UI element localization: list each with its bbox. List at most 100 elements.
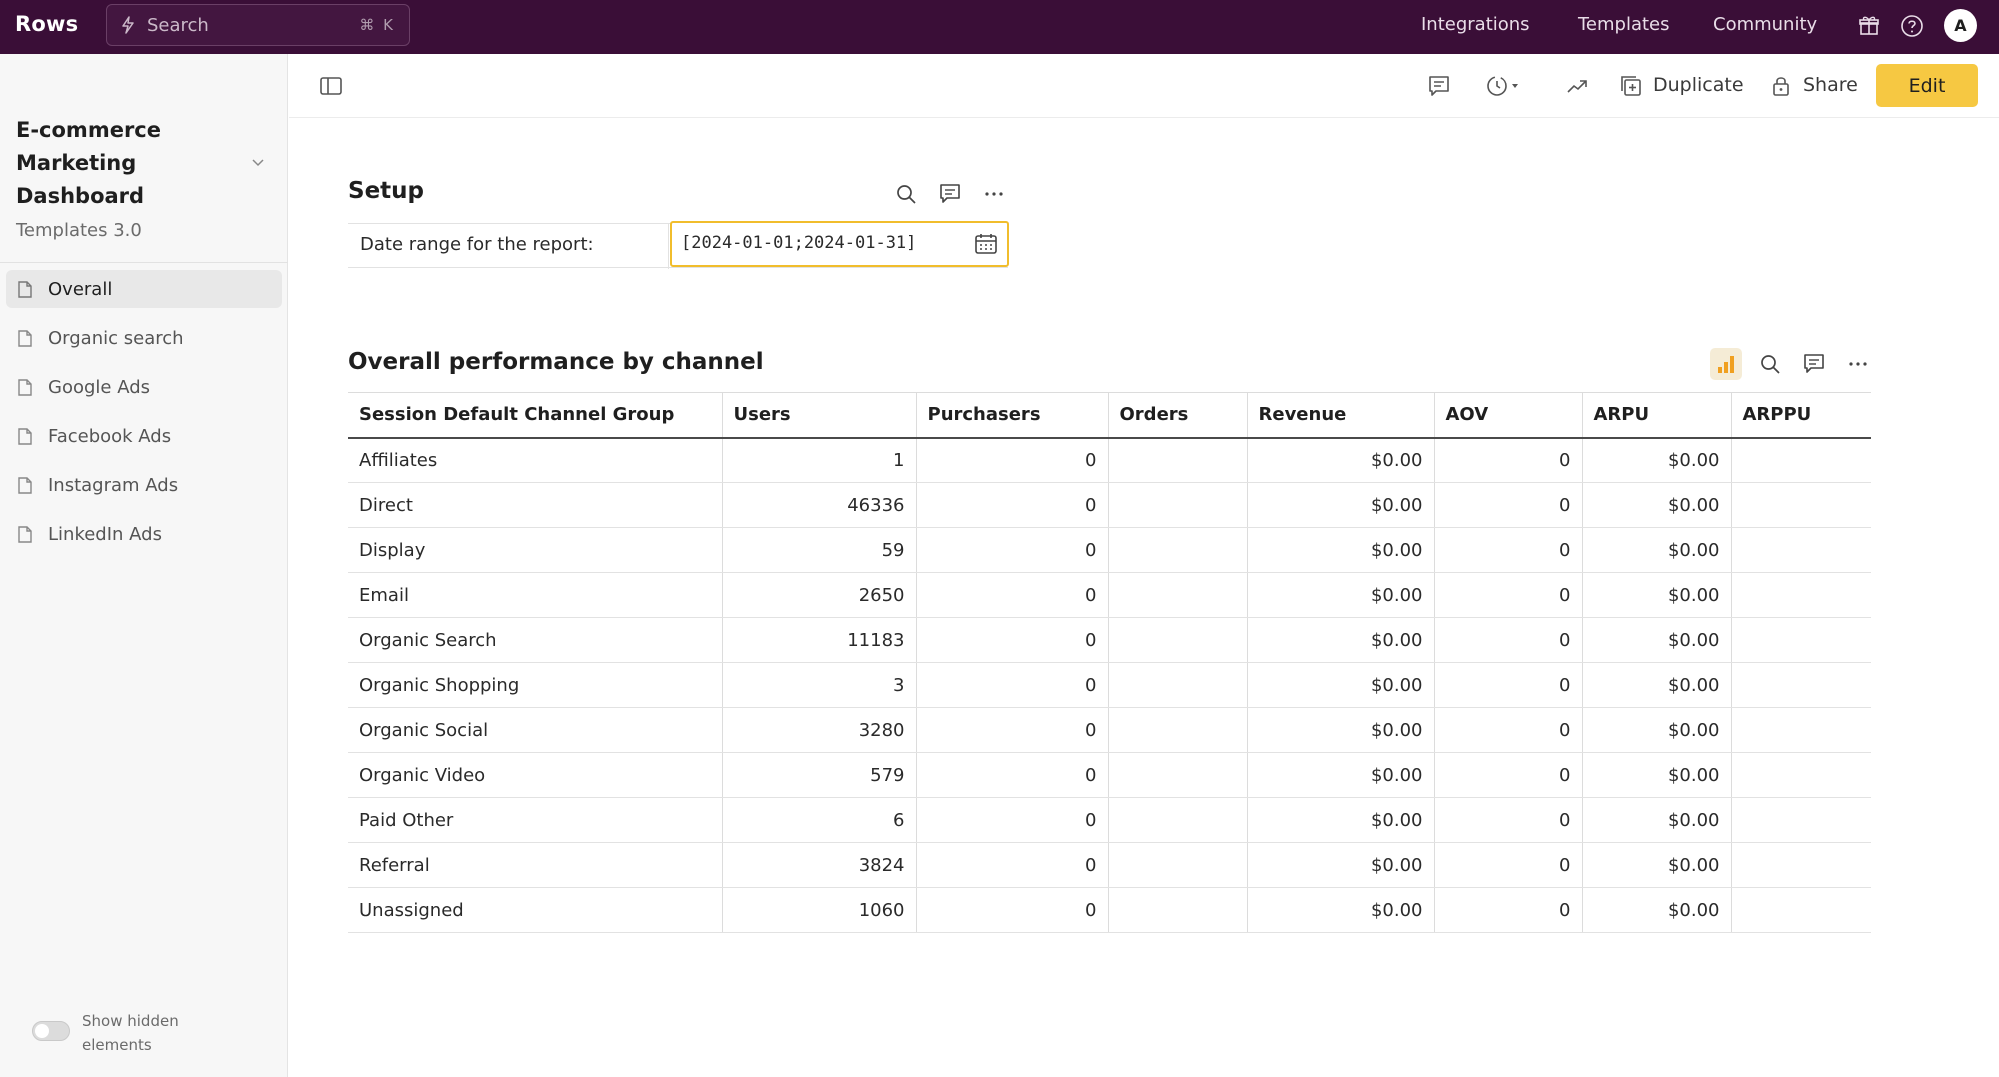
- value-cell[interactable]: 3280: [721, 707, 916, 753]
- table-row[interactable]: Paid Other 6 0 $0.00 0 $0.00: [348, 797, 1871, 843]
- value-cell[interactable]: $0.00: [1246, 482, 1434, 528]
- value-cell[interactable]: 0: [915, 527, 1108, 573]
- channel-cell[interactable]: Organic Video: [348, 752, 722, 798]
- table-row[interactable]: Email 2650 0 $0.00 0 $0.00: [348, 572, 1871, 618]
- nav-community[interactable]: Community: [1713, 14, 1817, 35]
- value-cell[interactable]: $0.00: [1581, 437, 1731, 483]
- channel-cell[interactable]: Referral: [348, 842, 722, 888]
- value-cell[interactable]: $0.00: [1246, 437, 1434, 483]
- column-header[interactable]: Session Default Channel Group: [348, 392, 722, 439]
- value-cell[interactable]: 0: [915, 752, 1108, 798]
- gift-icon[interactable]: [1856, 13, 1882, 39]
- value-cell[interactable]: 0: [915, 482, 1108, 528]
- value-cell[interactable]: [1730, 887, 1871, 933]
- value-cell[interactable]: [1730, 437, 1871, 483]
- value-cell[interactable]: $0.00: [1246, 572, 1434, 618]
- show-hidden-toggle[interactable]: [32, 1021, 70, 1041]
- value-cell[interactable]: $0.00: [1581, 572, 1731, 618]
- value-cell[interactable]: 3: [721, 662, 916, 708]
- avatar[interactable]: A: [1944, 9, 1977, 42]
- channel-cell[interactable]: Unassigned: [348, 887, 722, 933]
- value-cell[interactable]: $0.00: [1581, 797, 1731, 843]
- sidebar-item-facebook-ads[interactable]: Facebook Ads: [6, 417, 282, 455]
- nav-templates[interactable]: Templates: [1578, 14, 1670, 35]
- sidebar-item-organic-search[interactable]: Organic search: [6, 319, 282, 357]
- value-cell[interactable]: 0: [1433, 437, 1582, 483]
- value-cell[interactable]: [1730, 752, 1871, 798]
- duplicate-icon[interactable]: [1619, 74, 1643, 98]
- table-row[interactable]: Organic Social 3280 0 $0.00 0 $0.00: [348, 707, 1871, 753]
- value-cell[interactable]: [1107, 482, 1247, 528]
- more-icon[interactable]: [1847, 353, 1869, 375]
- value-cell[interactable]: 0: [1433, 482, 1582, 528]
- table-row[interactable]: Organic Video 579 0 $0.00 0 $0.00: [348, 752, 1871, 798]
- value-cell[interactable]: [1107, 572, 1247, 618]
- history-icon[interactable]: [1485, 74, 1525, 98]
- sidebar-item-google-ads[interactable]: Google Ads: [6, 368, 282, 406]
- value-cell[interactable]: $0.00: [1581, 842, 1731, 888]
- value-cell[interactable]: 1060: [721, 887, 916, 933]
- channel-cell[interactable]: Display: [348, 527, 722, 573]
- value-cell[interactable]: [1107, 752, 1247, 798]
- value-cell[interactable]: [1730, 572, 1871, 618]
- comment-icon[interactable]: [1427, 74, 1451, 98]
- lock-icon[interactable]: [1769, 74, 1793, 98]
- table-row[interactable]: Unassigned 1060 0 $0.00 0 $0.00: [348, 887, 1871, 933]
- chevron-down-icon[interactable]: [250, 154, 266, 170]
- channel-cell[interactable]: Paid Other: [348, 797, 722, 843]
- value-cell[interactable]: 0: [1433, 707, 1582, 753]
- value-cell[interactable]: [1107, 662, 1247, 708]
- value-cell[interactable]: [1730, 527, 1871, 573]
- column-header[interactable]: Purchasers: [915, 392, 1108, 439]
- value-cell[interactable]: 579: [721, 752, 916, 798]
- comment-icon[interactable]: [1803, 353, 1825, 375]
- comment-icon[interactable]: [939, 183, 961, 205]
- search-icon[interactable]: [895, 183, 917, 205]
- table-row[interactable]: Direct 46336 0 $0.00 0 $0.00: [348, 482, 1871, 528]
- channel-cell[interactable]: Email: [348, 572, 722, 618]
- chart-button[interactable]: [1710, 348, 1742, 380]
- value-cell[interactable]: [1107, 842, 1247, 888]
- value-cell[interactable]: $0.00: [1246, 842, 1434, 888]
- value-cell[interactable]: 0: [1433, 572, 1582, 618]
- value-cell[interactable]: [1730, 842, 1871, 888]
- value-cell[interactable]: 46336: [721, 482, 916, 528]
- value-cell[interactable]: [1730, 797, 1871, 843]
- sidebar-item-linkedin-ads[interactable]: LinkedIn Ads: [6, 515, 282, 553]
- value-cell[interactable]: 3824: [721, 842, 916, 888]
- value-cell[interactable]: $0.00: [1581, 887, 1731, 933]
- value-cell[interactable]: $0.00: [1581, 617, 1731, 663]
- channel-cell[interactable]: Organic Search: [348, 617, 722, 663]
- table-row[interactable]: Affiliates 1 0 $0.00 0 $0.00: [348, 437, 1871, 483]
- value-cell[interactable]: $0.00: [1581, 752, 1731, 798]
- value-cell[interactable]: [1107, 437, 1247, 483]
- column-header[interactable]: Revenue: [1246, 392, 1434, 439]
- table-row[interactable]: Organic Search 11183 0 $0.00 0 $0.00: [348, 617, 1871, 663]
- sidebar-toggle-icon[interactable]: [319, 74, 343, 98]
- value-cell[interactable]: $0.00: [1246, 707, 1434, 753]
- app-logo[interactable]: Rows: [15, 12, 78, 36]
- value-cell[interactable]: [1107, 617, 1247, 663]
- value-cell[interactable]: [1730, 662, 1871, 708]
- date-range-input[interactable]: [2024-01-01;2024-01-31]: [670, 221, 1009, 267]
- value-cell[interactable]: $0.00: [1581, 662, 1731, 708]
- value-cell[interactable]: 0: [915, 842, 1108, 888]
- value-cell[interactable]: 0: [1433, 887, 1582, 933]
- column-header[interactable]: ARPPU: [1730, 392, 1871, 439]
- value-cell[interactable]: 0: [1433, 617, 1582, 663]
- calendar-icon[interactable]: [974, 232, 998, 256]
- value-cell[interactable]: $0.00: [1246, 797, 1434, 843]
- value-cell[interactable]: [1107, 707, 1247, 753]
- trend-icon[interactable]: [1565, 74, 1589, 98]
- value-cell[interactable]: [1107, 527, 1247, 573]
- value-cell[interactable]: $0.00: [1581, 527, 1731, 573]
- table-row[interactable]: Display 59 0 $0.00 0 $0.00: [348, 527, 1871, 573]
- value-cell[interactable]: 2650: [721, 572, 916, 618]
- share-button[interactable]: Share: [1803, 74, 1858, 96]
- more-icon[interactable]: [983, 183, 1005, 205]
- help-icon[interactable]: [1899, 13, 1925, 39]
- value-cell[interactable]: 0: [1433, 797, 1582, 843]
- sidebar-item-overall[interactable]: Overall: [6, 270, 282, 308]
- value-cell[interactable]: $0.00: [1246, 527, 1434, 573]
- edit-button[interactable]: Edit: [1876, 64, 1978, 107]
